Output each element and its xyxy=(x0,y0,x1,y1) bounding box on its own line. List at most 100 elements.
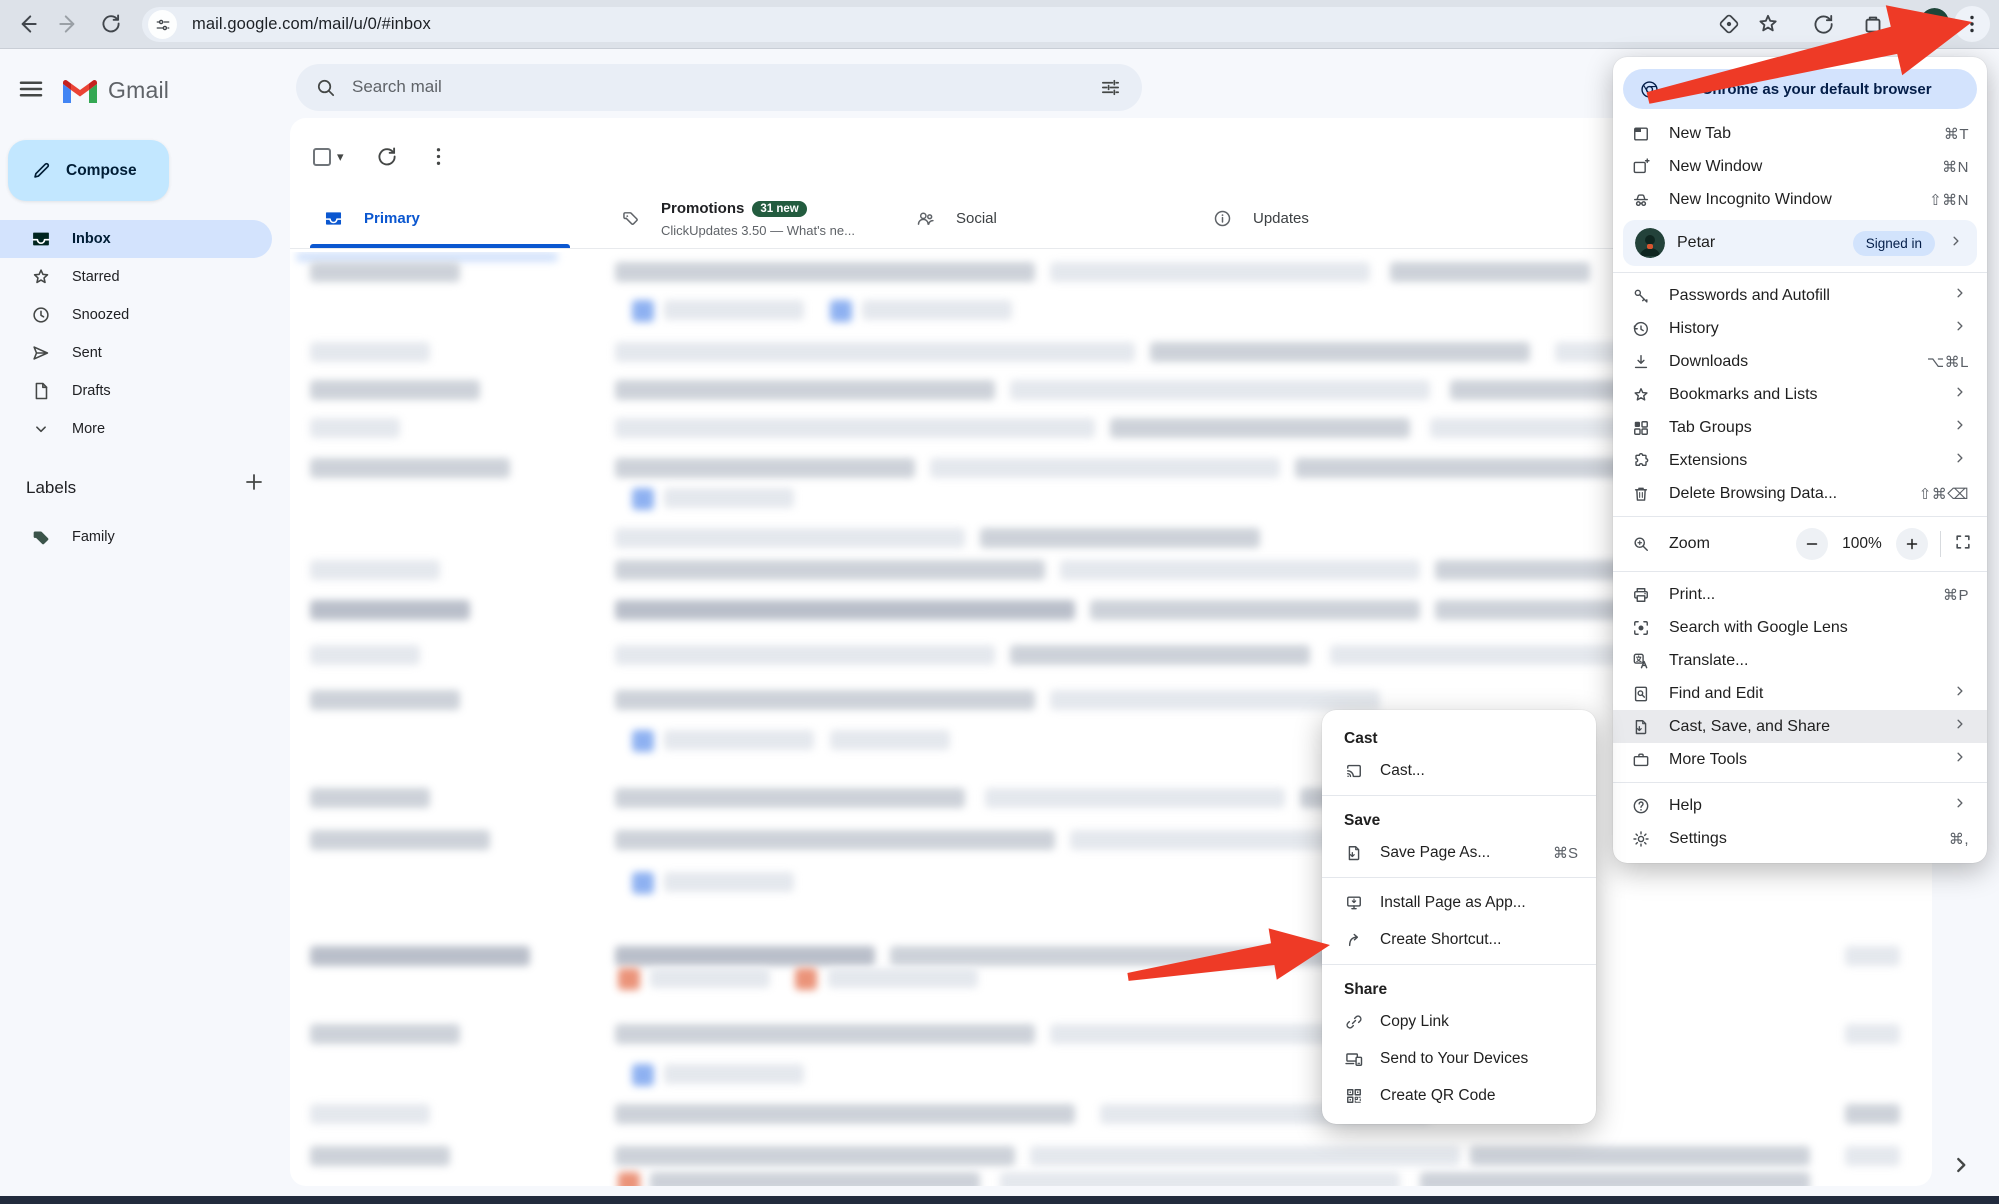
redacted-email-content[interactable] xyxy=(664,1064,804,1084)
menu-item-find-and-edit[interactable]: Find and Edit xyxy=(1613,677,1987,710)
side-panel-toggle-icon[interactable] xyxy=(1948,1152,1974,1183)
create-label-button[interactable] xyxy=(242,470,266,499)
menu-item-new-incognito-window[interactable]: New Incognito Window⇧⌘N xyxy=(1613,183,1987,216)
search-options-icon[interactable] xyxy=(1099,76,1122,104)
redacted-email-content[interactable] xyxy=(615,830,1055,850)
sidebar-item-sent[interactable]: Sent xyxy=(0,334,272,372)
redacted-email-content[interactable] xyxy=(296,252,558,262)
tab-social[interactable]: Social xyxy=(892,192,1188,248)
clock-reload-icon[interactable] xyxy=(1810,11,1836,42)
menu-item-history[interactable]: History xyxy=(1613,312,1987,345)
redacted-email-content[interactable] xyxy=(615,788,965,808)
redacted-email-content[interactable] xyxy=(1050,262,1370,282)
menu-item-passwords-and-autofill[interactable]: Passwords and Autofill xyxy=(1613,279,1987,312)
redacted-email-content[interactable] xyxy=(618,968,640,990)
sidebar-item-more[interactable]: More xyxy=(0,410,272,448)
redacted-email-content[interactable] xyxy=(310,262,460,282)
redacted-email-content[interactable] xyxy=(615,342,1135,362)
redacted-email-content[interactable] xyxy=(1050,690,1380,710)
menu-item-send-to-your-devices[interactable]: Send to Your Devices xyxy=(1322,1040,1596,1077)
save-box-icon[interactable] xyxy=(1860,11,1886,42)
redacted-email-content[interactable] xyxy=(1090,600,1420,620)
set-default-browser-button[interactable]: Set Chrome as your default browser xyxy=(1623,69,1977,109)
menu-item-delete-browsing-data[interactable]: Delete Browsing Data...⇧⌘⌫ xyxy=(1613,477,1987,510)
redacted-email-content[interactable] xyxy=(310,788,430,808)
menu-item-bookmarks-and-lists[interactable]: Bookmarks and Lists xyxy=(1613,378,1987,411)
redacted-email-content[interactable] xyxy=(615,458,915,478)
label-item-family[interactable]: Family xyxy=(0,518,272,556)
redacted-email-content[interactable] xyxy=(310,1146,450,1166)
redacted-email-content[interactable] xyxy=(1330,645,1660,665)
menu-item-extensions[interactable]: Extensions xyxy=(1613,444,1987,477)
select-dropdown-caret[interactable]: ▾ xyxy=(337,149,344,165)
redacted-email-content[interactable] xyxy=(664,488,794,508)
compose-button[interactable]: Compose xyxy=(8,140,169,201)
menu-item-translate[interactable]: Translate... xyxy=(1613,644,1987,677)
redacted-email-content[interactable] xyxy=(615,262,1035,282)
redacted-email-content[interactable] xyxy=(795,968,817,990)
redacted-email-content[interactable] xyxy=(1390,262,1590,282)
redacted-email-content[interactable] xyxy=(310,946,530,966)
redacted-email-content[interactable] xyxy=(615,645,995,665)
redacted-email-content[interactable] xyxy=(1000,1172,1400,1186)
bookmark-star-icon[interactable] xyxy=(1755,11,1781,42)
sidebar-item-inbox[interactable]: Inbox xyxy=(0,220,272,258)
redacted-email-content[interactable] xyxy=(1845,1104,1900,1124)
redacted-email-content[interactable] xyxy=(615,1146,1015,1166)
redacted-email-content[interactable] xyxy=(1010,645,1310,665)
redacted-email-content[interactable] xyxy=(1150,342,1530,362)
redacted-email-content[interactable] xyxy=(618,1172,640,1186)
menu-item-new-tab[interactable]: New Tab⌘T xyxy=(1613,117,1987,150)
fullscreen-button[interactable] xyxy=(1953,532,1973,557)
address-bar[interactable]: mail.google.com/mail/u/0/#inbox xyxy=(142,7,1912,42)
redacted-email-content[interactable] xyxy=(1060,560,1420,580)
forward-icon[interactable] xyxy=(56,11,82,42)
redacted-email-content[interactable] xyxy=(830,300,852,322)
redacted-email-content[interactable] xyxy=(985,788,1285,808)
sidebar-item-starred[interactable]: Starred xyxy=(0,258,272,296)
menu-item-new-window[interactable]: New Window⌘N xyxy=(1613,150,1987,183)
site-settings-icon[interactable] xyxy=(148,10,177,39)
redacted-email-content[interactable] xyxy=(310,690,460,710)
redacted-email-content[interactable] xyxy=(830,730,950,750)
redacted-email-content[interactable] xyxy=(632,488,654,510)
zoom-out-button[interactable] xyxy=(1796,528,1828,560)
tab-primary[interactable]: Primary xyxy=(300,192,596,248)
menu-item-settings[interactable]: Settings⌘, xyxy=(1613,822,1987,855)
redacted-email-content[interactable] xyxy=(615,1024,1035,1044)
search-bar[interactable]: Search mail xyxy=(296,64,1142,111)
search-icon[interactable] xyxy=(314,76,337,104)
tab-promotions[interactable]: Promotions31 newClickUpdates 3.50 — What… xyxy=(597,192,893,248)
redacted-email-content[interactable] xyxy=(615,380,995,400)
redacted-email-content[interactable] xyxy=(310,418,400,438)
menu-item-save-page-as[interactable]: Save Page As...⌘S xyxy=(1322,834,1596,871)
redacted-email-content[interactable] xyxy=(615,690,1035,710)
redacted-email-content[interactable] xyxy=(1420,1172,1810,1186)
menu-item-install-page-as-app[interactable]: Install Page as App... xyxy=(1322,884,1596,921)
redacted-email-content[interactable] xyxy=(828,968,978,988)
redacted-email-content[interactable] xyxy=(615,560,1045,580)
password-check-icon[interactable] xyxy=(1716,11,1742,42)
menu-item-downloads[interactable]: Downloads⌥⌘L xyxy=(1613,345,1987,378)
redacted-email-content[interactable] xyxy=(615,600,1075,620)
redacted-email-content[interactable] xyxy=(632,300,654,322)
redacted-email-content[interactable] xyxy=(310,560,440,580)
hamburger-menu-icon[interactable] xyxy=(16,74,46,109)
redacted-email-content[interactable] xyxy=(632,1064,654,1086)
redacted-email-content[interactable] xyxy=(1010,380,1430,400)
menu-kebab-icon[interactable] xyxy=(1954,6,1990,42)
avatar[interactable] xyxy=(1920,8,1949,37)
redacted-email-content[interactable] xyxy=(650,968,770,988)
menu-item-help[interactable]: Help xyxy=(1613,789,1987,822)
menu-item-copy-link[interactable]: Copy Link xyxy=(1322,1003,1596,1040)
redacted-email-content[interactable] xyxy=(310,600,470,620)
menu-item-cast[interactable]: Cast... xyxy=(1322,752,1596,789)
redacted-email-content[interactable] xyxy=(310,342,430,362)
sidebar-item-snoozed[interactable]: Snoozed xyxy=(0,296,272,334)
menu-item-search-with-google-lens[interactable]: Search with Google Lens xyxy=(1613,611,1987,644)
redacted-email-content[interactable] xyxy=(615,946,875,966)
menu-item-create-qr-code[interactable]: Create QR Code xyxy=(1322,1077,1596,1114)
more-options-kebab-icon[interactable] xyxy=(426,144,451,174)
redacted-email-content[interactable] xyxy=(615,1104,1075,1124)
redacted-email-content[interactable] xyxy=(664,300,804,320)
